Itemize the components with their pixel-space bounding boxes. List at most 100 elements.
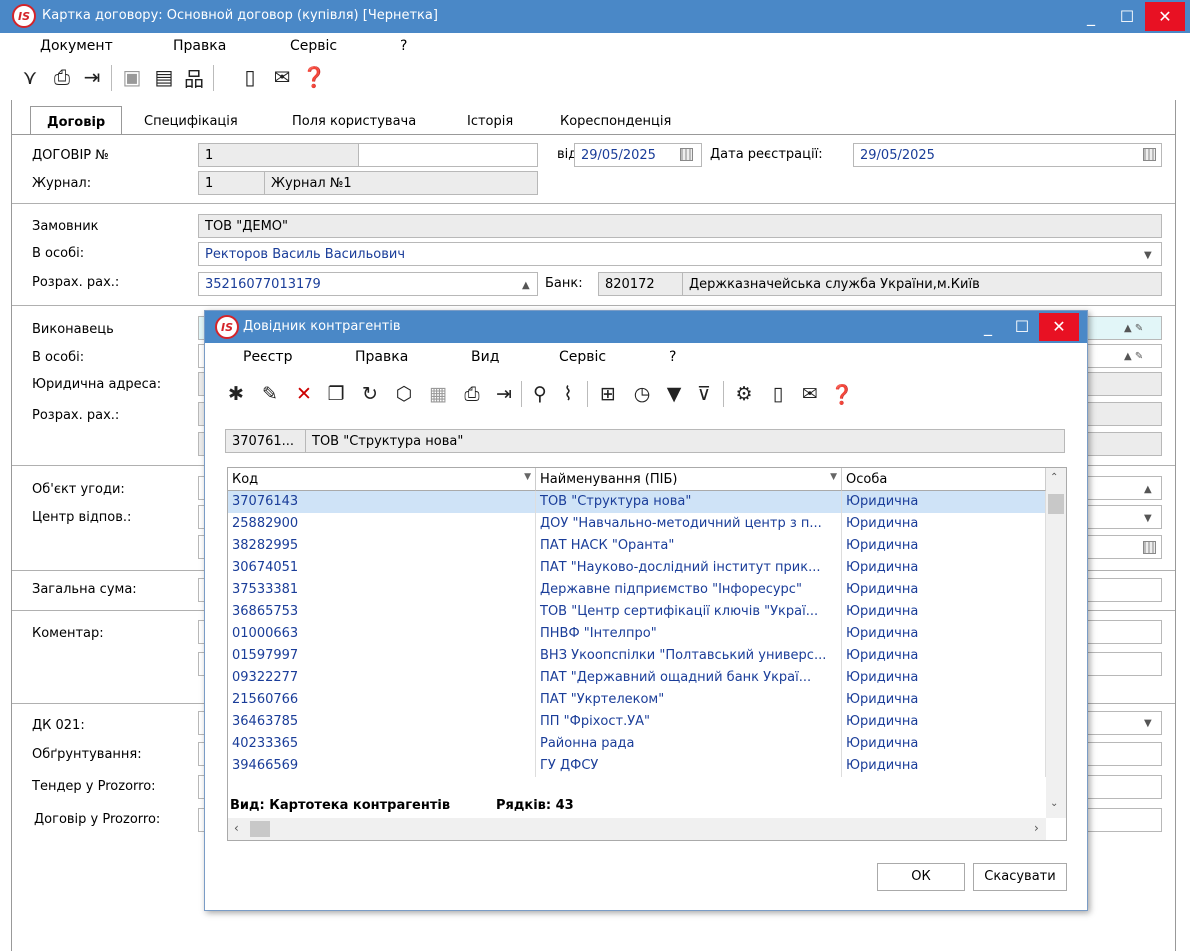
table-row[interactable]: 09322277 ПАТ "Державний ощадний банк Укра…	[228, 667, 1046, 689]
close-icon[interactable]: ✕	[1039, 313, 1079, 341]
table-row[interactable]: 39466569 ГУ ДФСУ Юридична	[228, 755, 1046, 777]
scroll-right-icon[interactable]: ›	[1034, 821, 1039, 835]
table-row[interactable]: 36865753 ТОВ "Центр сертифікації ключів "…	[228, 601, 1046, 623]
journal-name-field[interactable]: Журнал №1	[264, 171, 538, 195]
tab-correspondence[interactable]: Кореспонденція	[560, 114, 671, 129]
save-all-icon[interactable]: ▤	[150, 63, 178, 91]
close-icon[interactable]: ✕	[1145, 2, 1185, 31]
chevron-down-icon[interactable]: ▼	[1144, 718, 1152, 729]
document-icon[interactable]: ▯	[236, 63, 264, 91]
document-icon[interactable]: ▯	[765, 379, 791, 409]
column-header-name[interactable]: Найменування (ПІБ) ▼	[536, 468, 842, 491]
maximize-icon[interactable]: ☐	[1005, 311, 1039, 343]
settings-icon[interactable]: ⚙	[731, 379, 757, 409]
table-row[interactable]: 38282995 ПАТ НАСК "Оранта" Юридична	[228, 535, 1046, 557]
maximize-icon[interactable]: ☐	[1109, 0, 1145, 33]
attach-icon[interactable]: ⌇	[555, 379, 581, 409]
help-icon[interactable]: ❓	[300, 63, 328, 91]
table-row[interactable]: 25882900 ДОУ "Навчально-методичний центр …	[228, 513, 1046, 535]
table-row[interactable]: 01000663 ПНВФ "Інтелпро" Юридична	[228, 623, 1046, 645]
dialog-menu-view[interactable]: Вид	[471, 349, 499, 365]
horizontal-scrollbar[interactable]: ‹ ›	[228, 818, 1046, 840]
contract-suffix-field[interactable]	[358, 143, 538, 167]
calendar-icon[interactable]	[1143, 148, 1156, 161]
search-icon[interactable]: ⚲	[527, 379, 553, 409]
refresh-icon[interactable]: ↻	[357, 379, 383, 409]
hierarchy-icon[interactable]: 品	[180, 63, 208, 91]
delete-icon[interactable]: ✕	[291, 379, 317, 409]
save-icon[interactable]: ▣	[118, 63, 146, 91]
mail-icon[interactable]: ✉	[797, 379, 823, 409]
chevron-up-icon[interactable]: ▲	[522, 280, 530, 291]
column-header-code[interactable]: Код ▼	[228, 468, 536, 491]
add-icon[interactable]: ✱	[223, 379, 249, 409]
chevron-up-icon[interactable]: ▲ ✎	[1124, 323, 1143, 334]
dialog-menu-help[interactable]: ?	[669, 349, 676, 365]
menu-help[interactable]: ?	[400, 38, 407, 54]
dialog-menu-registry[interactable]: Реєстр	[243, 349, 292, 365]
table-row[interactable]: 37076143 ТОВ "Структура нова" Юридична	[228, 491, 1046, 513]
calendar-icon[interactable]	[680, 148, 693, 161]
tender-label: Тендер у Prozorro:	[32, 779, 156, 794]
scroll-thumb[interactable]	[1048, 494, 1064, 514]
filter-icon[interactable]: ▼	[661, 379, 687, 409]
menu-service[interactable]: Сервіс	[290, 38, 337, 54]
minimize-icon[interactable]: _	[971, 311, 1005, 343]
history-icon[interactable]: ◷	[629, 379, 655, 409]
scroll-thumb[interactable]	[250, 821, 270, 837]
menu-document[interactable]: Документ	[40, 38, 113, 54]
customer-field[interactable]: ТОВ "ДЕМО"	[198, 214, 1162, 238]
cell-type: Юридична	[842, 601, 1046, 623]
filter-clear-icon[interactable]: ⊽	[691, 379, 717, 409]
print-icon[interactable]: ⎙	[48, 63, 76, 91]
copy-icon[interactable]: ❐	[323, 379, 349, 409]
scroll-left-icon[interactable]: ‹	[234, 821, 239, 835]
tab-history[interactable]: Історія	[467, 114, 513, 129]
tab-user-fields[interactable]: Поля користувача	[292, 114, 416, 129]
bank-code-field[interactable]: 820172	[598, 272, 684, 296]
calendar-icon[interactable]	[1143, 541, 1156, 554]
dialog-menu-service[interactable]: Сервіс	[559, 349, 606, 365]
exit-icon[interactable]: ⇥	[78, 63, 106, 91]
journal-number-field[interactable]: 1	[198, 171, 266, 195]
ok-button[interactable]: ОК	[877, 863, 965, 891]
table-row[interactable]: 21560766 ПАТ "Укртелеком" Юридична	[228, 689, 1046, 711]
account-field[interactable]: 35216077013179	[198, 272, 538, 296]
chevron-up-icon[interactable]: ▲ ✎	[1124, 351, 1143, 362]
table-row[interactable]: 40233365 Районна рада Юридична	[228, 733, 1046, 755]
minimize-icon[interactable]: _	[1073, 0, 1109, 33]
contract-number-field[interactable]: 1	[198, 143, 360, 167]
column-header-type[interactable]: Особа	[842, 468, 1046, 491]
scroll-down-icon[interactable]: ⌄	[1050, 798, 1058, 809]
chevron-down-icon[interactable]: ▼	[1144, 250, 1152, 261]
scroll-up-icon[interactable]: ⌃	[1050, 472, 1058, 483]
selected-name-field[interactable]: ТОВ "Структура нова"	[305, 429, 1065, 453]
help-icon[interactable]: ❓	[829, 379, 855, 409]
chevron-down-icon[interactable]: ▼	[1144, 513, 1152, 524]
table-row[interactable]: 01597997 ВНЗ Укоопспілки "Полтавський уни…	[228, 645, 1046, 667]
chevron-up-icon[interactable]: ▲	[1144, 484, 1152, 495]
package-icon[interactable]: ⬡	[391, 379, 417, 409]
vertical-scrollbar[interactable]: ⌃ ⌄	[1046, 468, 1066, 818]
table-row[interactable]: 36463785 ПП "Фріхост.УА" Юридична	[228, 711, 1046, 733]
bank-name-field[interactable]: Держказначейська служба України,м.Київ	[682, 272, 1162, 296]
tab-specification[interactable]: Специфікація	[144, 114, 238, 129]
tab-contract[interactable]: Договір	[30, 106, 123, 135]
table-row[interactable]: 30674051 ПАТ "Науково-дослідний інститут …	[228, 557, 1046, 579]
selected-code-field[interactable]: 370761...	[225, 429, 307, 453]
table-icon[interactable]: ⊞	[595, 379, 621, 409]
print-icon[interactable]: ⎙	[459, 379, 485, 409]
table-row[interactable]: 37533381 Державне підприємство "Інфоресур…	[228, 579, 1046, 601]
person-field[interactable]: Ректоров Василь Васильович	[198, 242, 1162, 266]
filter-icon[interactable]: ⋎	[16, 63, 44, 91]
reg-date-field[interactable]: 29/05/2025	[853, 143, 1162, 167]
clear-icon[interactable]: ▦	[425, 379, 451, 409]
cancel-button[interactable]: Скасувати	[973, 863, 1067, 891]
edit-icon[interactable]: ✎	[257, 379, 283, 409]
exit-icon[interactable]: ⇥	[491, 379, 517, 409]
cell-type: Юридична	[842, 491, 1046, 513]
mail-icon[interactable]: ✉	[268, 63, 296, 91]
menu-edit[interactable]: Правка	[173, 38, 226, 54]
dialog-menu-edit[interactable]: Правка	[355, 349, 408, 365]
journal-label: Журнал:	[32, 176, 92, 191]
